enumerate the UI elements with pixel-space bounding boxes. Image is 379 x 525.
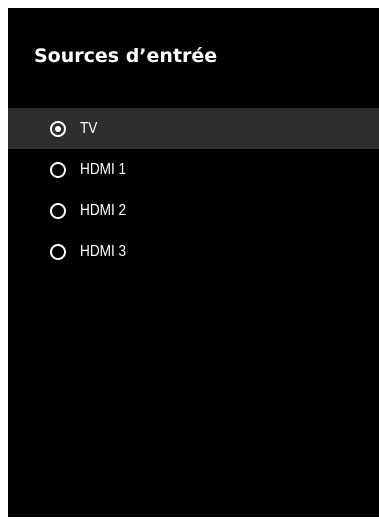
panel-title: Sources d’entrée: [34, 45, 218, 67]
input-source-label: HDMI 3: [80, 242, 127, 260]
input-source-label: HDMI 2: [80, 201, 127, 219]
input-source-list: TV HDMI 1 HDMI 2 HDMI 3: [8, 108, 379, 272]
input-source-item-hdmi-1[interactable]: HDMI 1: [8, 149, 379, 190]
radio-unselected-icon: [50, 161, 66, 178]
input-source-item-tv[interactable]: TV: [8, 108, 379, 149]
radio-unselected-icon: [50, 202, 66, 219]
input-source-item-hdmi-2[interactable]: HDMI 2: [8, 190, 379, 231]
input-sources-panel: Sources d’entrée TV HDMI 1 HDMI 2 HDMI 3: [8, 8, 379, 517]
input-source-label: HDMI 1: [80, 160, 127, 178]
radio-selected-icon: [50, 120, 66, 137]
input-source-item-hdmi-3[interactable]: HDMI 3: [8, 231, 379, 272]
radio-unselected-icon: [50, 243, 66, 260]
input-source-label: TV: [80, 119, 98, 137]
